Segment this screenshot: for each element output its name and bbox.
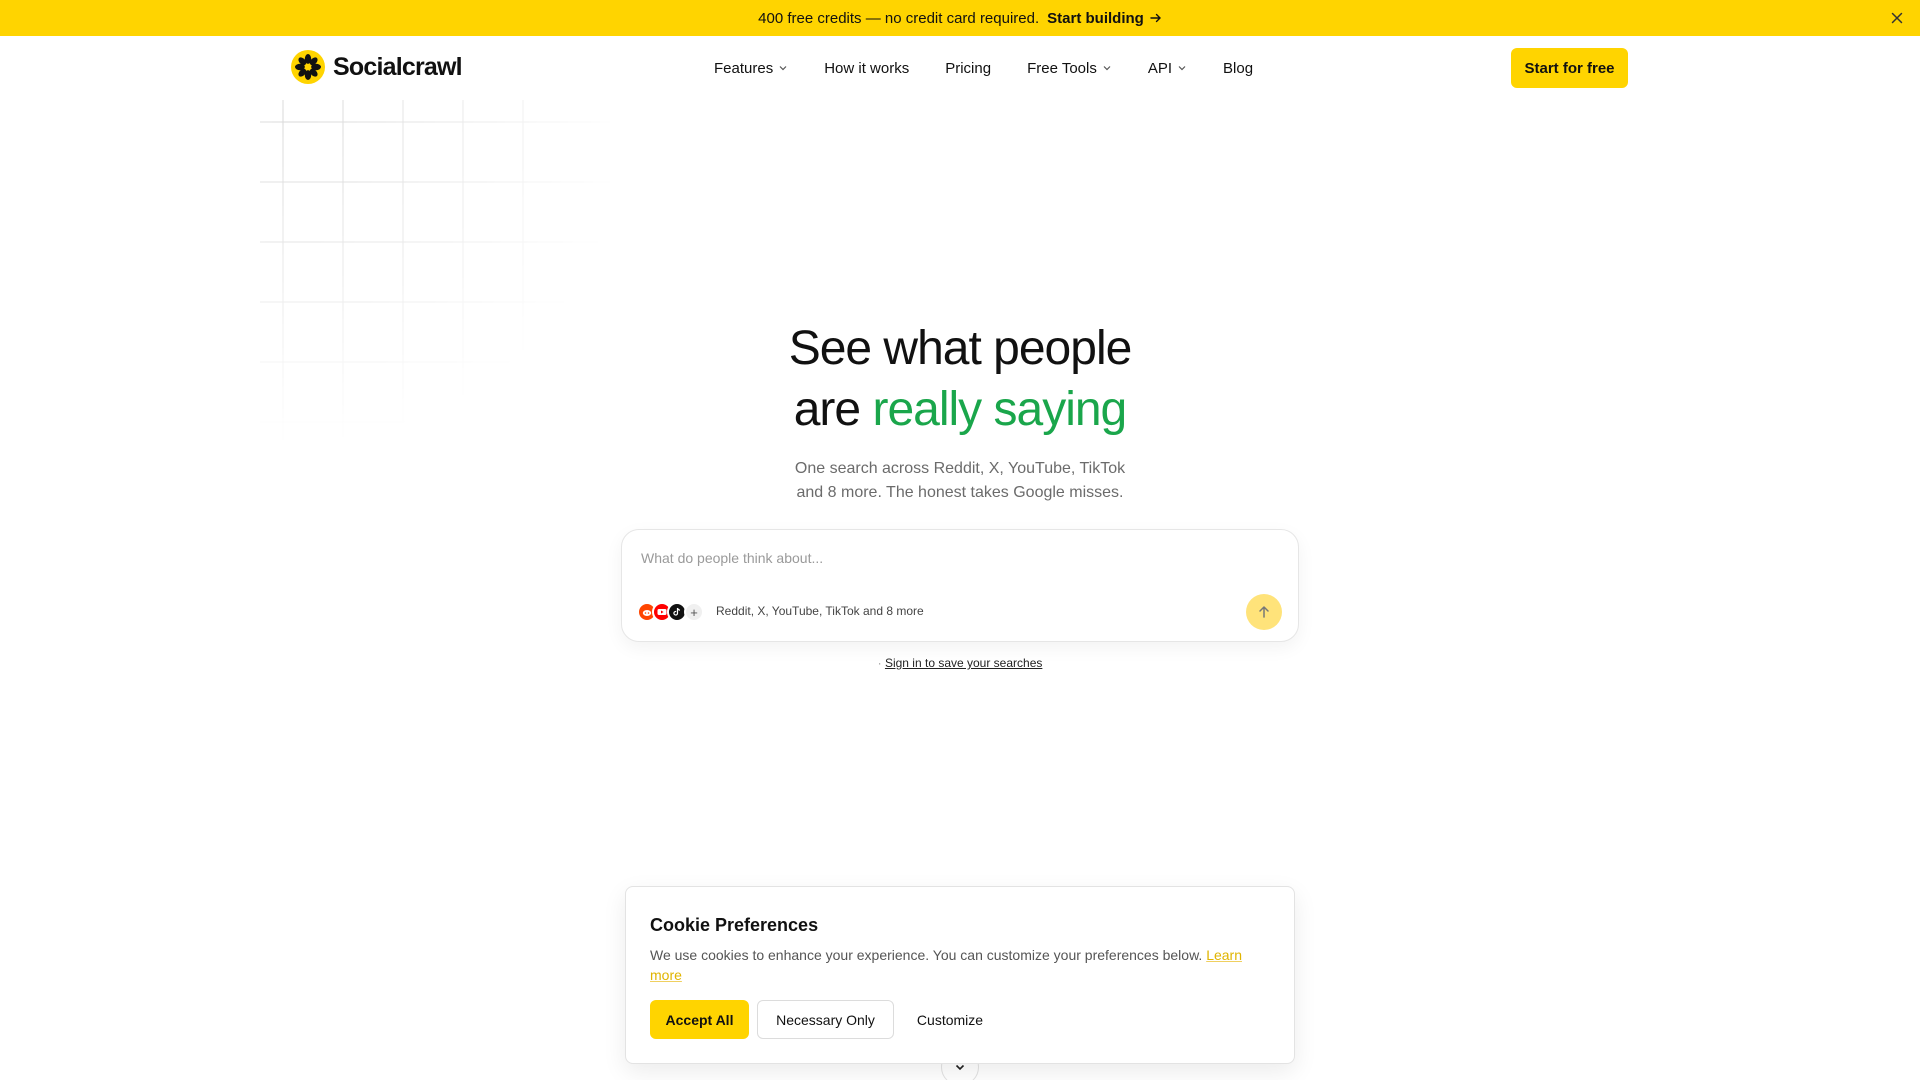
platform-icons[interactable]: + [637,602,704,622]
announcement-message: 400 free credits — no credit card requir… [758,9,1040,27]
brand-name: Socialcrawl [333,52,463,81]
arrow-right-icon [1150,13,1161,23]
nav-item-features[interactable]: Features [714,60,788,77]
hero-title: See what people are really saying [0,318,1920,440]
main-menu: Features How it works Pricing Free Tools… [714,36,1253,100]
nav-item-api[interactable]: API [1148,60,1187,77]
chevron-down-icon [779,66,787,71]
chevron-down-icon [1178,66,1186,71]
cookie-buttons: Accept All Necessary Only Customize [650,1000,998,1039]
customize-button[interactable]: Customize [902,1000,998,1039]
search-input[interactable] [641,546,1241,570]
accept-all-button[interactable]: Accept All [650,1000,749,1039]
nav-item-pricing[interactable]: Pricing [945,60,991,77]
flower-logo-icon [291,50,325,84]
plus-icon: + [684,602,704,622]
hero-subtitle-line1: One search across Reddit, X, YouTube, Ti… [794,460,1126,477]
start-building-label: Start building [1047,9,1144,27]
cookie-preferences-dialog: Cookie Preferences We use cookies to enh… [625,886,1295,1064]
cookie-title: Cookie Preferences [650,915,819,935]
search-card: + Reddit, X, YouTube, TikTok and 8 more [621,529,1299,642]
close-icon[interactable] [1888,9,1906,27]
nav-item-label: Pricing [945,59,992,77]
start-building-link[interactable]: Start building [1047,10,1162,27]
logo[interactable]: Socialcrawl [291,50,463,84]
cookie-description: We use cookies to enhance your experienc… [650,947,1207,963]
submit-search-button[interactable] [1246,594,1282,630]
signin-hint: · Sign in to save your searches [0,656,1920,670]
announcement-bar: 400 free credits — no credit card requir… [0,0,1920,36]
nav-item-label: API [1147,59,1173,77]
necessary-only-button[interactable]: Necessary Only [757,1000,894,1039]
navbar: Socialcrawl Features How it works Pricin… [0,36,1920,100]
hero-subtitle: One search across Reddit, X, YouTube, Ti… [0,457,1920,505]
nav-item-blog[interactable]: Blog [1223,60,1253,77]
sign-in-link[interactable]: Sign in to save your searches [885,656,1042,670]
platforms-label: Reddit, X, YouTube, TikTok and 8 more [716,604,924,618]
arrow-up-icon [1259,606,1269,618]
hero-title-line1: See what people [788,322,1133,375]
cookie-text: We use cookies to enhance your experienc… [650,945,1270,985]
nav-item-free-tools[interactable]: Free Tools [1027,60,1112,77]
hero-title-accent: really saying [872,383,1127,436]
hero-title-line2-prefix: are [793,383,873,436]
bullet-dot: · [877,656,885,670]
chevron-down-icon [1103,66,1111,71]
nav-item-label: Free Tools [1027,59,1097,77]
nav-item-how-it-works[interactable]: How it works [824,60,909,77]
nav-item-label: How it works [824,59,910,77]
nav-item-label: Features [714,59,774,77]
hero-subtitle-line2: and 8 more. The honest takes Google miss… [796,484,1124,501]
nav-item-label: Blog [1223,59,1254,77]
start-for-free-button[interactable]: Start for free [1511,48,1628,88]
